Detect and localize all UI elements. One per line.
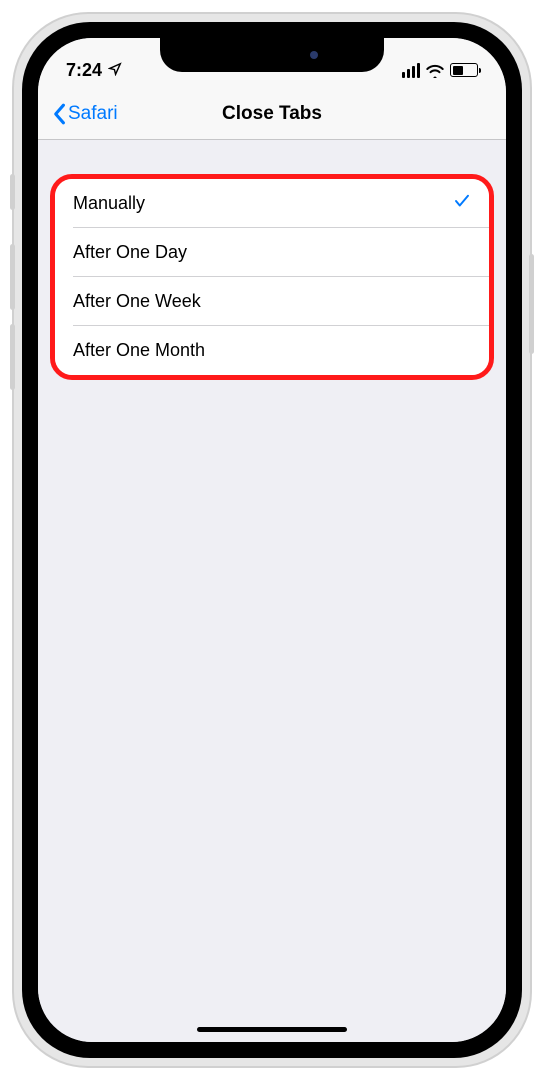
- status-left: 7:24: [66, 60, 122, 81]
- options-group-highlight: Manually After One Day After One Week Af…: [50, 174, 494, 380]
- screen: 7:24: [38, 38, 506, 1042]
- volume-up-button: [10, 244, 15, 310]
- checkmark-icon: [453, 192, 471, 216]
- back-label: Safari: [68, 103, 118, 125]
- volume-down-button: [10, 324, 15, 390]
- location-icon: [108, 62, 122, 79]
- notch: [160, 38, 384, 72]
- option-label: Manually: [73, 193, 145, 214]
- page-title: Close Tabs: [222, 103, 322, 125]
- front-camera-icon: [310, 51, 318, 59]
- power-button: [529, 254, 534, 354]
- option-after-one-month[interactable]: After One Month: [55, 326, 489, 375]
- battery-icon: [450, 63, 478, 77]
- option-label: After One Day: [73, 242, 187, 263]
- wifi-icon: [425, 63, 445, 78]
- cellular-signal-icon: [402, 63, 421, 78]
- option-after-one-week[interactable]: After One Week: [55, 277, 489, 326]
- status-right: [402, 63, 479, 78]
- iphone-frame: 7:24: [14, 14, 530, 1066]
- option-after-one-day[interactable]: After One Day: [55, 228, 489, 277]
- option-label: After One Month: [73, 340, 205, 361]
- option-manually[interactable]: Manually: [55, 179, 489, 228]
- settings-content: Manually After One Day After One Week Af…: [38, 140, 506, 1042]
- chevron-left-icon: [52, 103, 66, 125]
- status-time: 7:24: [66, 60, 102, 81]
- mute-switch: [10, 174, 15, 210]
- nav-bar: Safari Close Tabs: [38, 88, 506, 140]
- home-indicator[interactable]: [197, 1027, 347, 1032]
- option-label: After One Week: [73, 291, 201, 312]
- back-button[interactable]: Safari: [52, 103, 118, 125]
